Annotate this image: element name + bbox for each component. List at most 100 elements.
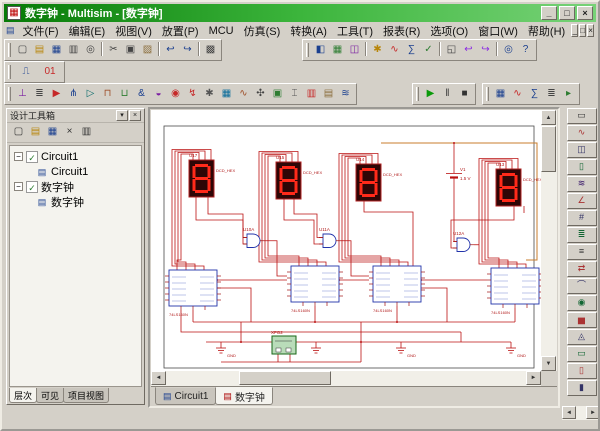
toolbox-print-icon[interactable]: ▥ [78,124,95,141]
place-power-icon[interactable]: ↯ [184,86,201,103]
toolbox-open-folder-icon[interactable]: ▤ [27,124,44,141]
counter-ic-4[interactable] [487,268,541,308]
and-gate-u10a[interactable] [243,234,264,248]
place-basic-icon[interactable]: ≣ [31,86,48,103]
tab-project-view[interactable]: 项目视图 [63,388,109,403]
ground-symbol[interactable] [396,342,406,353]
counter-ic-1[interactable] [165,270,221,310]
interactive-simulation-icon[interactable]: ▦ [492,86,509,103]
find-icon[interactable]: ◎ [500,42,517,59]
menu-place[interactable]: 放置(P) [157,22,204,40]
electrical-rules-check-icon[interactable]: ✓ [420,42,437,59]
toolbar-grip[interactable] [306,43,309,57]
scroll-down-button[interactable]: ▼ [541,356,556,371]
menu-edit[interactable]: 编辑(E) [64,22,111,40]
seven-segment-display-u13[interactable] [496,169,521,206]
place-source-icon[interactable]: ⊥ [14,86,31,103]
mdi-restore-button[interactable]: □ [579,24,586,37]
toolbox-save-icon[interactable]: ▦ [44,124,61,141]
seven-segment-display-u15[interactable] [276,162,301,199]
paste-icon[interactable]: ▨ [139,42,156,59]
counter-ic-3[interactable] [369,266,425,306]
print-preview-icon[interactable]: ◎ [82,42,99,59]
seven-segment-display-u14[interactable] [356,164,381,201]
place-bus-icon[interactable]: ≋ [337,86,354,103]
open-file-icon[interactable]: ▤ [31,42,48,59]
instruments-scrollbar[interactable]: ◄ ► [562,406,600,420]
menu-mcu[interactable]: MCU [204,24,239,38]
tab-hierarchy[interactable]: 层次 [9,388,37,403]
oscilloscope-button[interactable]: ▯ [567,159,597,175]
menu-transfer[interactable]: 转换(A) [285,22,332,40]
frequency-counter-button[interactable]: # [567,210,597,226]
sheet-tab-circuit1[interactable]: ▤ Circuit1 [155,387,216,405]
place-mixed-icon[interactable]: ◒ [150,86,167,103]
menu-simulate[interactable]: 仿真(S) [239,22,286,40]
toolbox-close-icon[interactable]: × [61,124,78,141]
menu-file[interactable]: 文件(F) [18,22,64,40]
toolbox-menu-button[interactable]: ▾ [116,110,128,121]
function-generator-xfg2[interactable] [272,336,296,354]
place-misc-digital-icon[interactable]: & [133,86,150,103]
menu-help[interactable]: 帮助(H) [523,22,570,40]
menu-view[interactable]: 视图(V) [110,22,157,40]
toolbar-grip[interactable] [8,65,11,79]
save-icon[interactable]: ▦ [48,42,65,59]
menu-reports[interactable]: 报表(R) [378,22,425,40]
undo-icon[interactable]: ↩ [162,42,179,59]
place-cmos-icon[interactable]: ⊔ [116,86,133,103]
canvas-vertical-scrollbar[interactable]: ▲ ▼ [541,110,557,371]
iv-analyzer-button[interactable]: ⌒ [567,278,597,294]
spreadsheet-view-icon[interactable]: ▦ [329,42,346,59]
and-gate-u11a[interactable] [319,234,340,248]
tree-item-shuzizhong-sheet[interactable]: ▤ 数字钟 [36,194,139,209]
tree-item-circuit1-root[interactable]: − ✓ Circuit1 [12,149,139,164]
print-icon[interactable]: ▥ [65,42,82,59]
cut-icon[interactable]: ✂ [105,42,122,59]
component-wizard-icon[interactable]: ✱ [369,42,386,59]
place-ttl-icon[interactable]: ⊓ [99,86,116,103]
logic-converter-button[interactable]: ⇄ [567,261,597,277]
place-misc-icon[interactable]: ✱ [201,86,218,103]
analyses-icon[interactable]: ∿ [509,86,526,103]
toolbar-grip[interactable] [416,87,419,101]
place-hierarchical-block-icon[interactable]: ▤ [320,86,337,103]
place-diode-icon[interactable]: ▶ [48,86,65,103]
help-icon[interactable]: ? [517,42,534,59]
place-analog-icon[interactable]: ▷ [82,86,99,103]
capture-region-icon[interactable]: ◱ [443,42,460,59]
sheet-tab-shuzizhong[interactable]: ▤ 数字钟 [215,387,273,405]
scroll-right-button[interactable]: ► [586,406,600,419]
toggle-design-toolbox-icon[interactable]: ◧ [312,42,329,59]
xspice-command-line-icon[interactable]: ▸ [560,86,577,103]
multimeter-button[interactable]: ▭ [567,108,597,124]
menu-window[interactable]: 窗口(W) [473,22,523,40]
mdi-minimize-button[interactable]: _ [571,24,578,37]
redo-icon[interactable]: ↪ [179,42,196,59]
tree-expander-icon[interactable]: − [14,182,23,191]
copy-icon[interactable]: ▣ [122,42,139,59]
canvas-horizontal-scrollbar[interactable]: ◄ ► [151,371,541,386]
ground-symbol[interactable] [506,342,516,353]
place-transistor-icon[interactable]: ⋔ [65,86,82,103]
simulation-error-log-icon[interactable]: ≣ [543,86,560,103]
four-channel-oscilloscope-button[interactable]: ≋ [567,176,597,192]
tree-item-circuit1-sheet[interactable]: ▤ Circuit1 [36,164,139,179]
schematic-canvas[interactable]: U17 DCD_HEX U15 DCD_HEX U14 DCD_HEX U13 … [151,110,541,371]
tab-visibility[interactable]: 可见 [36,388,64,403]
scroll-right-button[interactable]: ► [526,371,541,385]
mdi-close-button[interactable]: × [587,24,594,37]
postprocessor-icon[interactable]: ∑ [403,42,420,59]
tree-expander-icon[interactable]: − [14,152,23,161]
vertical-scroll-thumb[interactable] [541,126,556,172]
agilent-oscilloscope-button[interactable]: ▯ [567,363,597,379]
forward-annotate-icon[interactable]: ↪ [477,42,494,59]
database-manager-icon[interactable]: ◫ [346,42,363,59]
tektronix-oscilloscope-button[interactable]: ▮ [567,380,597,396]
menu-tools[interactable]: 工具(T) [332,22,378,40]
back-annotate-icon[interactable]: ↩ [460,42,477,59]
pause-simulation-button[interactable]: ‖ [439,86,456,103]
tree-item-shuzizhong-root[interactable]: − ✓ 数字钟 [12,179,139,194]
place-rf-icon[interactable]: ∿ [235,86,252,103]
maximize-button[interactable]: □ [559,6,575,20]
